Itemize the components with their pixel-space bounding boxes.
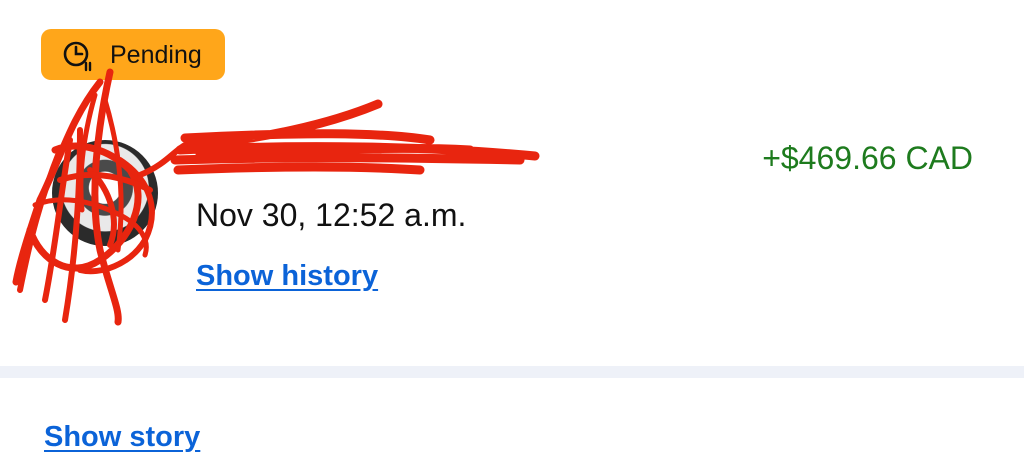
status-label: Pending xyxy=(110,41,202,69)
show-history-link[interactable]: Show history xyxy=(196,260,378,293)
transaction-date: Nov 30, 12:52 a.m. xyxy=(196,197,467,233)
merchant-avatar xyxy=(52,140,158,246)
merchant-name xyxy=(196,140,516,170)
transaction-details-page: Pending Nov 30, 12:52 a.m. Show history … xyxy=(0,0,1024,472)
transaction-card: Pending Nov 30, 12:52 a.m. Show history … xyxy=(0,0,1024,366)
section-divider xyxy=(0,366,1024,378)
show-story-link[interactable]: Show story xyxy=(44,421,200,454)
transaction-amount: +$469.66 CAD xyxy=(762,140,973,176)
clock-icon xyxy=(63,41,92,72)
status-badge: Pending xyxy=(41,29,225,80)
